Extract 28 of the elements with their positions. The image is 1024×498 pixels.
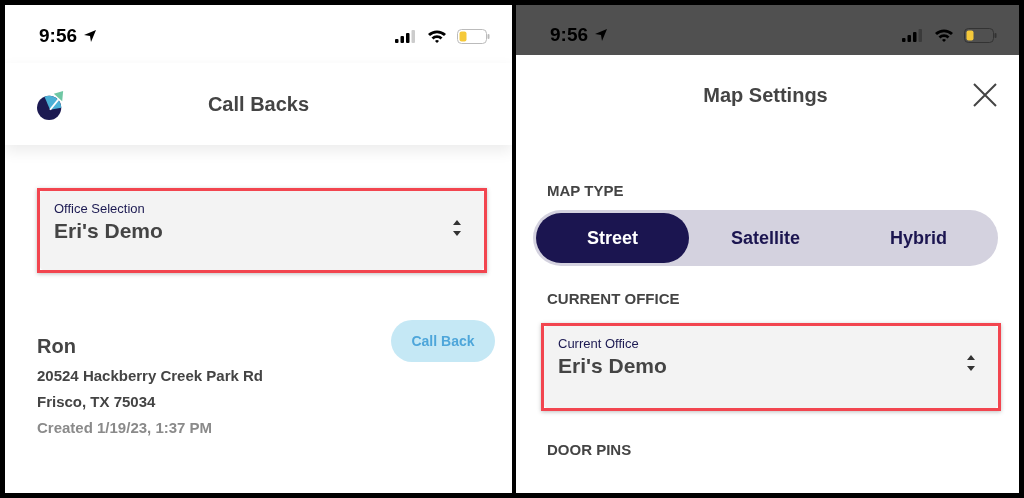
signal-icon: [902, 28, 924, 42]
up-down-icon: [966, 353, 976, 373]
status-time: 9:56: [550, 24, 589, 46]
battery-icon: [457, 28, 490, 44]
up-down-icon: [452, 218, 462, 238]
address-line: Frisco, TX 75034: [37, 393, 157, 410]
created-date: Created 1/19/23, 1:37 PM: [37, 419, 214, 436]
sheet-title: Map Settings: [703, 83, 828, 107]
status-time: 9:56: [39, 25, 78, 47]
contact-name: Ron: [37, 335, 77, 358]
address-line: 20524 Hackberry Creek Park Rd: [37, 367, 264, 384]
section-heading: MAP TYPE: [547, 182, 625, 199]
close-icon[interactable]: [973, 83, 997, 107]
segment-option[interactable]: Street: [536, 213, 689, 263]
signal-icon: [395, 29, 417, 43]
segment-option[interactable]: Satellite: [689, 213, 842, 263]
location-arrow-icon: [594, 28, 609, 42]
office-select[interactable]: Current Office Eri's Demo: [544, 326, 998, 408]
battery-icon: [964, 27, 997, 43]
wifi-icon: [934, 28, 954, 42]
section-heading: DOOR PINS: [547, 441, 633, 458]
screen-title: Call Backs: [207, 92, 310, 116]
section-heading: CURRENT OFFICE: [547, 290, 681, 307]
office-select[interactable]: Office Selection Eri's Demo: [40, 191, 484, 270]
logo-icon: [37, 91, 65, 121]
wifi-icon: [427, 29, 447, 43]
segment-option[interactable]: Hybrid: [842, 213, 995, 263]
location-arrow-icon: [83, 29, 98, 43]
